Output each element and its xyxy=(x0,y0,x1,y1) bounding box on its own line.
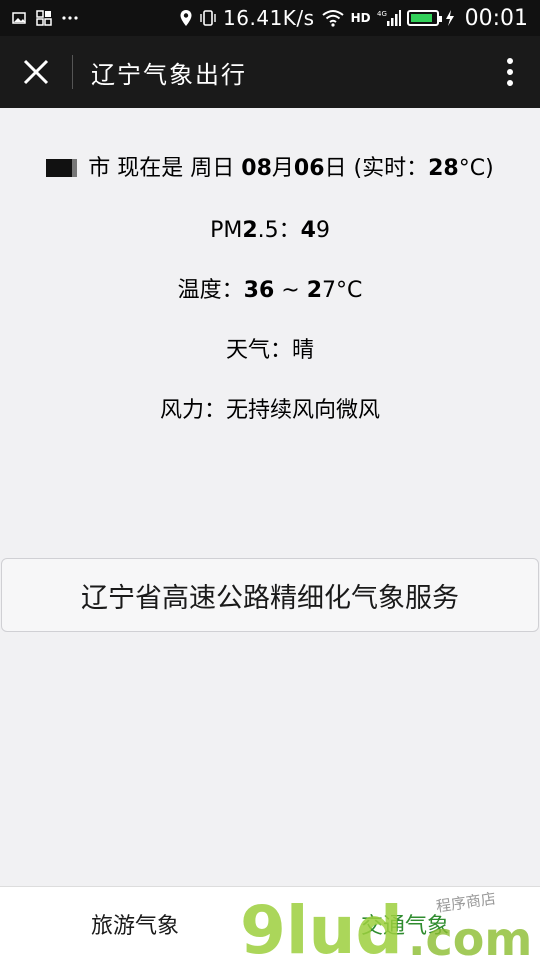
network-speed: 16.41K/s xyxy=(223,6,315,30)
day-value: 06 xyxy=(293,156,325,181)
temp-low-bold: 2 xyxy=(306,278,322,303)
realtime-label: 日 (实时： xyxy=(324,156,429,181)
pm-label: PM xyxy=(210,218,243,243)
temp-low-rest: 7°C xyxy=(322,278,363,303)
temp-high: 36 xyxy=(243,278,275,303)
charging-icon xyxy=(445,9,455,27)
highway-weather-service-button[interactable]: 辽宁省高速公路精细化气象服务 xyxy=(1,558,539,632)
status-bar: 16.41K/s HD 4G 00:01 xyxy=(0,0,540,36)
wind-line: 风力：无持续风向微风 xyxy=(159,398,380,423)
image-icon xyxy=(12,11,26,25)
svg-text:4G: 4G xyxy=(377,10,387,18)
current-date-line: 市 现在是 周日 08月06日 (实时：28°C) xyxy=(0,150,540,182)
month-value: 08 xyxy=(241,156,272,181)
redacted-city xyxy=(46,159,89,177)
hd-label: HD xyxy=(350,11,371,25)
overflow-dots-icon xyxy=(62,15,78,21)
tab-traffic-weather[interactable]: 交通气象 xyxy=(270,887,540,960)
temp-separator: ~ xyxy=(274,278,307,303)
city-date-prefix: 市 现在是 周日 xyxy=(88,156,242,181)
tab-travel-weather[interactable]: 旅游气象 xyxy=(0,887,270,960)
close-button[interactable] xyxy=(0,36,72,108)
realtime-temp: 28 xyxy=(428,156,459,181)
pm-label-rest: .5： xyxy=(257,218,301,243)
battery-icon xyxy=(406,10,442,26)
grid-icon xyxy=(36,10,52,26)
location-icon xyxy=(179,9,193,27)
temp-label: 温度： xyxy=(177,278,244,303)
realtime-unit: °C) xyxy=(458,156,494,181)
bottom-nav: 旅游气象 交通气象 xyxy=(0,886,540,960)
more-vertical-icon xyxy=(507,58,513,86)
temperature-line: 温度：36 ~ 27°C xyxy=(0,272,540,304)
title-bar: 辽宁气象出行 xyxy=(0,36,540,108)
weather-condition-line: 天气：晴 xyxy=(225,338,314,363)
signal-icon: 4G xyxy=(377,9,401,27)
pm-label-bold: 2 xyxy=(242,218,258,243)
wifi-icon xyxy=(321,9,345,27)
clock: 00:01 xyxy=(464,5,528,31)
page-title: 辽宁气象出行 xyxy=(91,60,247,89)
pm25-line: PM2.5：49 xyxy=(0,212,540,244)
pm-value-rest: 9 xyxy=(315,218,330,243)
month-char: 月 xyxy=(271,156,294,181)
more-button[interactable] xyxy=(480,36,540,108)
vibrate-icon xyxy=(199,9,217,27)
pm-value-bold: 4 xyxy=(300,218,316,243)
close-icon xyxy=(23,59,49,85)
battery-level xyxy=(410,14,433,22)
